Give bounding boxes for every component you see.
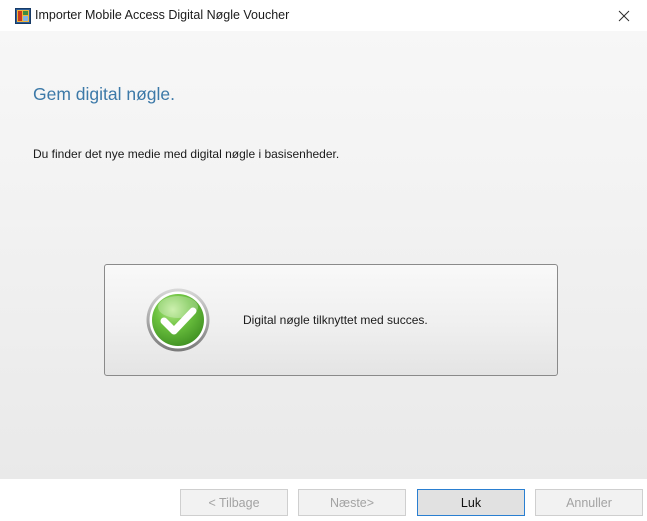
close-button[interactable]: Luk [417, 489, 525, 516]
next-button[interactable]: Næste> [298, 489, 406, 516]
app-icon [15, 8, 31, 24]
status-message: Digital nøgle tilknyttet med succes. [243, 313, 428, 327]
title-bar[interactable]: Importer Mobile Access Digital Nøgle Vou… [0, 0, 647, 31]
page-description: Du finder det nye medie med digital nøgl… [33, 147, 340, 161]
window-title: Importer Mobile Access Digital Nøgle Vou… [35, 8, 290, 22]
page-heading: Gem digital nøgle. [33, 84, 176, 104]
dialog-window: Importer Mobile Access Digital Nøgle Vou… [0, 0, 647, 521]
check-circle-icon [146, 288, 210, 352]
wizard-content: Gem digital nøgle. Du finder det nye med… [0, 31, 647, 479]
close-window-button[interactable] [601, 0, 647, 31]
status-panel: Digital nøgle tilknyttet med succes. [104, 264, 558, 376]
close-icon [618, 10, 630, 21]
back-button[interactable]: < Tilbage [180, 489, 288, 516]
cancel-button[interactable]: Annuller [535, 489, 643, 516]
button-bar: < Tilbage Næste> Luk Annuller [0, 479, 647, 521]
